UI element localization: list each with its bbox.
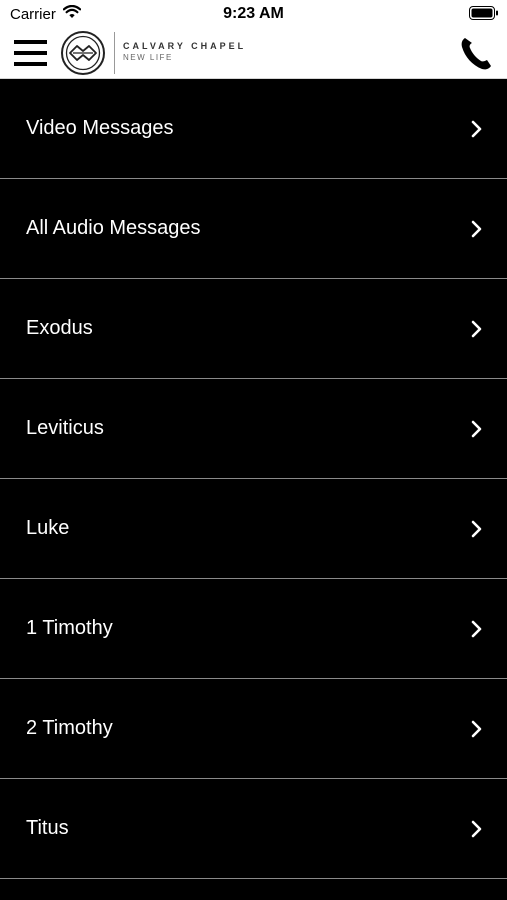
list-item-leviticus[interactable]: Leviticus	[0, 379, 507, 479]
list-item-label: All Audio Messages	[26, 217, 201, 239]
phone-icon[interactable]	[458, 34, 494, 72]
chevron-right-icon	[471, 820, 482, 838]
hamburger-menu-icon[interactable]	[14, 40, 48, 66]
list-item-all-audio-messages[interactable]: All Audio Messages	[0, 179, 507, 279]
battery-icon	[469, 6, 498, 20]
list-item-label: Luke	[26, 517, 70, 539]
list-item-label: Exodus	[26, 317, 93, 339]
chevron-right-icon	[471, 520, 482, 538]
chevron-right-icon	[471, 420, 482, 438]
chevron-right-icon	[471, 220, 482, 238]
logo-divider	[114, 32, 115, 74]
chevron-right-icon	[471, 320, 482, 338]
message-category-list: Video Messages All Audio Messages Exodus…	[0, 79, 507, 879]
calvary-chapel-logo-icon	[61, 31, 105, 75]
app-header: CALVARY CHAPEL NEW LIFE	[0, 28, 507, 79]
list-item-exodus[interactable]: Exodus	[0, 279, 507, 379]
list-item-label: Titus	[26, 817, 69, 839]
list-item-label: Video Messages	[26, 117, 174, 139]
list-item-label: 2 Timothy	[26, 717, 113, 739]
list-item-titus[interactable]: Titus	[0, 779, 507, 879]
brand-name: CALVARY CHAPEL	[123, 41, 247, 51]
status-time: 9:23 AM	[223, 5, 284, 22]
chevron-right-icon	[471, 620, 482, 638]
list-item-1-timothy[interactable]: 1 Timothy	[0, 579, 507, 679]
list-item-2-timothy[interactable]: 2 Timothy	[0, 679, 507, 779]
list-item-label: 1 Timothy	[26, 617, 113, 639]
list-item-video-messages[interactable]: Video Messages	[0, 79, 507, 179]
chevron-right-icon	[471, 720, 482, 738]
list-item-luke[interactable]: Luke	[0, 479, 507, 579]
chevron-right-icon	[471, 120, 482, 138]
status-bar: Carrier 9:23 AM	[0, 0, 507, 28]
brand-subtitle: NEW LIFE	[123, 53, 173, 62]
list-item-label: Leviticus	[26, 417, 104, 439]
